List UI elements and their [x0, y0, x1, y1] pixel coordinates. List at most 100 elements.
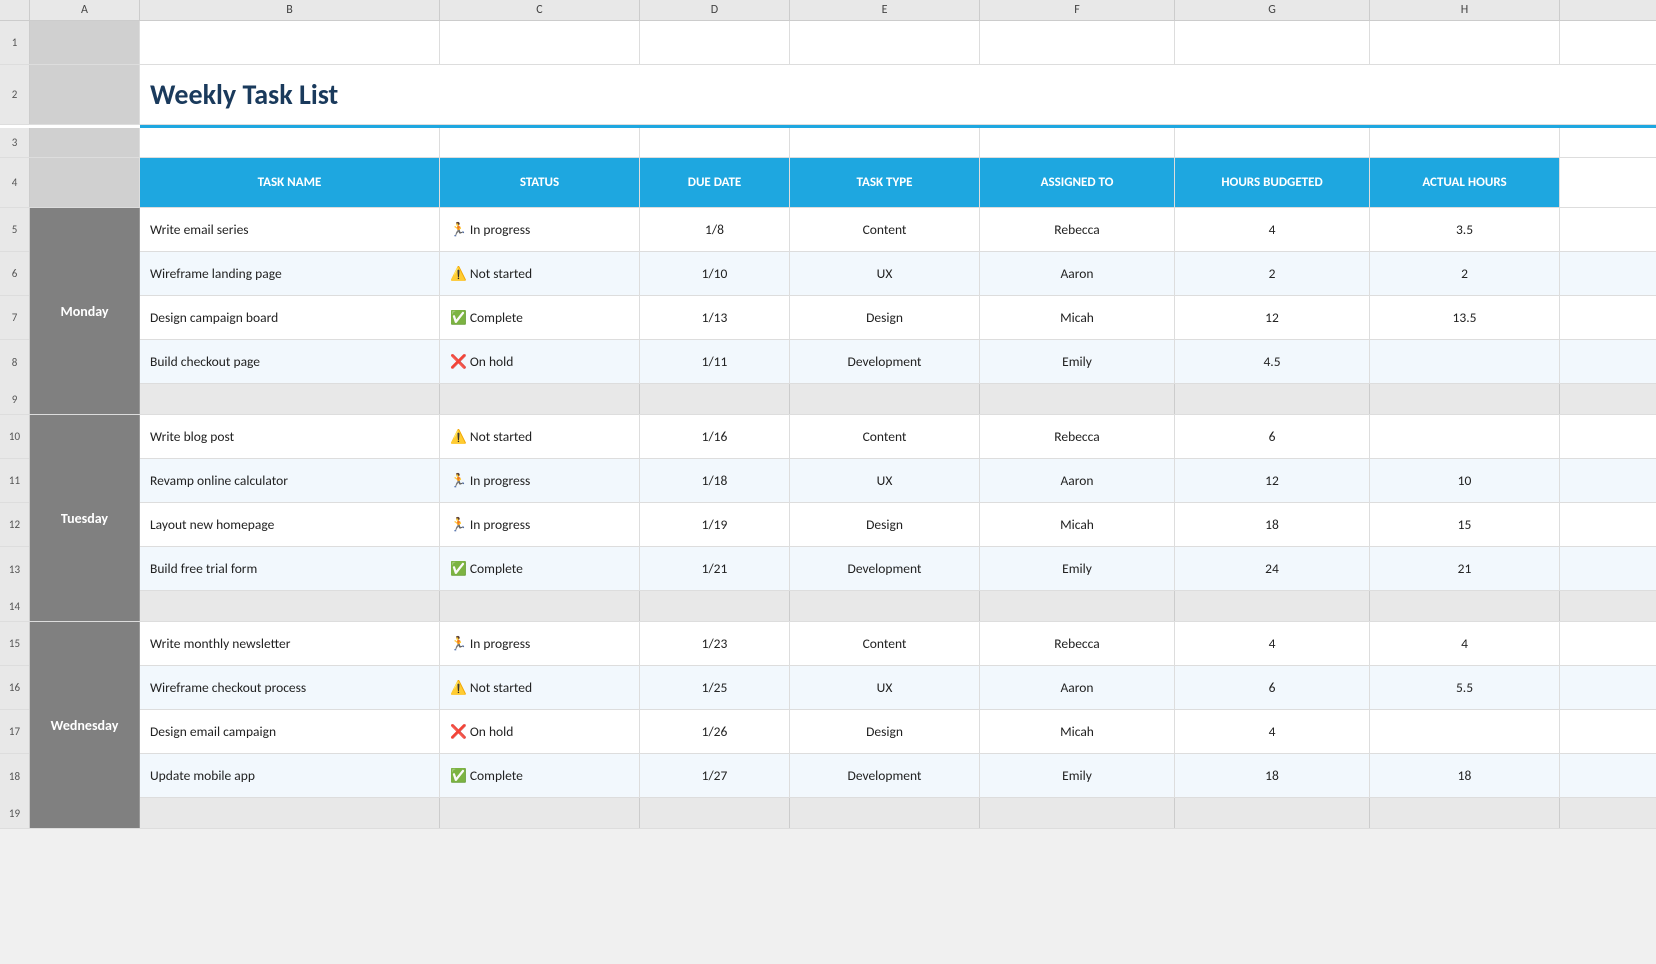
empty-cell — [790, 591, 980, 621]
row-num-10: 10 — [0, 415, 29, 459]
table-row: Update mobile app✅ Complete1/27Developme… — [140, 754, 1656, 798]
row1-e — [790, 21, 980, 64]
cell-assigned-to: Micah — [980, 296, 1175, 339]
cell-hours-budgeted: 18 — [1175, 754, 1370, 797]
empty-cell — [640, 798, 790, 828]
table-row: Write email series🏃 In progress1/8Conten… — [140, 208, 1656, 252]
row-num-13: 13 — [0, 547, 29, 591]
cell-task-type: Content — [790, 415, 980, 458]
cell-task-type: UX — [790, 666, 980, 709]
header-due-date: DUE DATE — [640, 158, 790, 207]
empty-cell — [790, 798, 980, 828]
table-row: Wireframe checkout process⚠️ Not started… — [140, 666, 1656, 710]
cell-task-type: Development — [790, 547, 980, 590]
table-row: Layout new homepage🏃 In progress1/19Desi… — [140, 503, 1656, 547]
cell-hours-budgeted: 4.5 — [1175, 340, 1370, 383]
row-num-8: 8 — [0, 340, 29, 384]
cell-status: ✅ Complete — [440, 296, 640, 339]
col-h-header: H — [1370, 0, 1560, 20]
cell-hours-budgeted: 2 — [1175, 252, 1370, 295]
row1-d — [640, 21, 790, 64]
table-row: Design email campaign❌ On hold1/26Design… — [140, 710, 1656, 754]
cell-hours-budgeted: 4 — [1175, 622, 1370, 665]
cell-status: ✅ Complete — [440, 547, 640, 590]
col-g-header: G — [1175, 0, 1370, 20]
row-num-17: 17 — [0, 710, 29, 754]
cell-actual-hours: 18 — [1370, 754, 1560, 797]
row-4-headers: 4 TASK NAME STATUS DUE DATE TASK TYPE AS… — [0, 158, 1656, 208]
row1-b — [140, 21, 440, 64]
row3-h — [1370, 128, 1560, 157]
cell-task-type: Design — [790, 296, 980, 339]
table-row: Write blog post⚠️ Not started1/16Content… — [140, 415, 1656, 459]
cell-due-date: 1/16 — [640, 415, 790, 458]
cell-due-date: 1/19 — [640, 503, 790, 546]
row1-f — [980, 21, 1175, 64]
col-f-header: F — [980, 0, 1175, 20]
empty-cell — [140, 384, 440, 414]
cell-task-type: Design — [790, 710, 980, 753]
empty-cell — [980, 798, 1175, 828]
table-row: Wireframe landing page⚠️ Not started1/10… — [140, 252, 1656, 296]
cell-task-name: Write email series — [140, 208, 440, 251]
cell-actual-hours: 13.5 — [1370, 296, 1560, 339]
header-hours-budgeted: HOURS BUDGETED — [1175, 158, 1370, 207]
empty-cell — [140, 591, 440, 621]
row-num-3: 3 — [0, 128, 30, 157]
empty-cell — [440, 384, 640, 414]
cell-task-name: Wireframe landing page — [140, 252, 440, 295]
row2-a — [30, 65, 140, 124]
row3-b — [140, 128, 440, 157]
cell-assigned-to: Micah — [980, 710, 1175, 753]
row3-d — [640, 128, 790, 157]
row3-g — [1175, 128, 1370, 157]
row3-f — [980, 128, 1175, 157]
cell-task-name: Update mobile app — [140, 754, 440, 797]
cell-hours-budgeted: 18 — [1175, 503, 1370, 546]
cell-due-date: 1/11 — [640, 340, 790, 383]
cell-task-type: Development — [790, 340, 980, 383]
empty-cell — [640, 384, 790, 414]
cell-hours-budgeted: 12 — [1175, 296, 1370, 339]
cell-due-date: 1/18 — [640, 459, 790, 502]
cell-assigned-to: Aaron — [980, 252, 1175, 295]
cell-status: ✅ Complete — [440, 754, 640, 797]
empty-cell — [640, 591, 790, 621]
col-a-header: A — [30, 0, 140, 20]
cell-hours-budgeted: 6 — [1175, 666, 1370, 709]
row-num-19: 19 — [0, 798, 29, 828]
col-d-header: D — [640, 0, 790, 20]
row-num-7: 7 — [0, 296, 29, 340]
cell-assigned-to: Emily — [980, 340, 1175, 383]
cell-status: ❌ On hold — [440, 710, 640, 753]
empty-cell — [1175, 384, 1370, 414]
cell-task-type: UX — [790, 459, 980, 502]
col-c-header: C — [440, 0, 640, 20]
cell-assigned-to: Aaron — [980, 666, 1175, 709]
empty-cell — [1370, 384, 1560, 414]
col-b-header: B — [140, 0, 440, 20]
cell-actual-hours — [1370, 415, 1560, 458]
header-actual-hours: ACTUAL HOURS — [1370, 158, 1560, 207]
cell-task-name: Wireframe checkout process — [140, 666, 440, 709]
cell-task-name: Layout new homepage — [140, 503, 440, 546]
cell-task-name: Write blog post — [140, 415, 440, 458]
row-num-11: 11 — [0, 459, 29, 503]
cell-status: ⚠️ Not started — [440, 415, 640, 458]
cell-task-name: Revamp online calculator — [140, 459, 440, 502]
cell-hours-budgeted: 12 — [1175, 459, 1370, 502]
row1-g — [1175, 21, 1370, 64]
corner-cell — [0, 0, 30, 20]
cell-task-type: Design — [790, 503, 980, 546]
empty-cell — [980, 591, 1175, 621]
row1-h — [1370, 21, 1560, 64]
cell-actual-hours: 3.5 — [1370, 208, 1560, 251]
empty-cell — [440, 798, 640, 828]
empty-cell — [140, 798, 440, 828]
cell-task-type: UX — [790, 252, 980, 295]
empty-cell — [1175, 798, 1370, 828]
cell-assigned-to: Emily — [980, 547, 1175, 590]
cell-status: 🏃 In progress — [440, 622, 640, 665]
row-num-18: 18 — [0, 754, 29, 798]
row-num-14: 14 — [0, 591, 29, 621]
